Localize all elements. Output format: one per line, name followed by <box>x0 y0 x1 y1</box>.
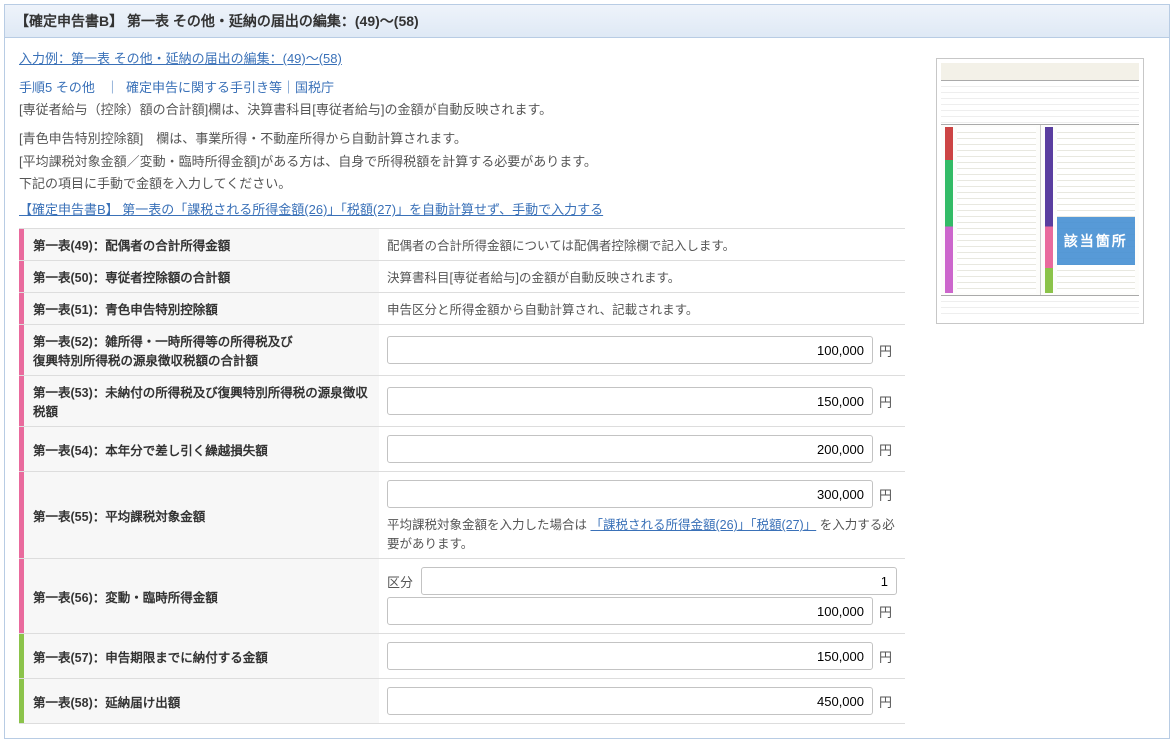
yen-unit: 円 <box>879 647 897 666</box>
link-separator: ｜ <box>106 80 119 95</box>
row-54: 第一表(54)：本年分で差し引く繰越損失額 円 <box>19 427 905 472</box>
row-55-note-link[interactable]: 「課税される所得金額(26)」「税額(27)」 <box>591 518 817 532</box>
row-56-kubun-label: 区分 <box>387 572 415 591</box>
row-54-input[interactable] <box>387 435 873 463</box>
thumb-header <box>941 63 1139 81</box>
panel-body: 入力例：第一表 その他・延納の届出の編集：(49)～(58) 手順5 その他 ｜… <box>5 38 1169 738</box>
yen-unit: 円 <box>879 692 897 711</box>
row-49-label: 第一表(49)：配偶者の合計所得金額 <box>19 229 379 261</box>
yen-unit: 円 <box>879 485 897 504</box>
panel-title: 【確定申告書B】 第一表 その他・延納の届出の編集：(49)～(58) <box>5 5 1169 38</box>
row-57-label: 第一表(57)：申告期限までに納付する金額 <box>19 634 379 679</box>
row-57: 第一表(57)：申告期限までに納付する金額 円 <box>19 634 905 679</box>
nta-guide-link[interactable]: 確定申告に関する手引き等｜国税庁 <box>126 80 334 95</box>
desc-line-3: [平均課税対象金額／変動・臨時所得金額]がある方は、自身で所得税額を計算する必要… <box>19 152 905 173</box>
row-50: 第一表(50)：専従者控除額の合計額 決算書科目[専従者給与]の金額が自動反映さ… <box>19 261 905 293</box>
manual-entry-link[interactable]: 【確定申告書B】 第一表の「課税される所得金額(26)」「税額(27)」を自動計… <box>19 199 603 218</box>
desc-line-1: [専従者給与（控除）額の合計額]欄は、決算書科目[専従者給与]の金額が自動反映さ… <box>19 100 905 121</box>
row-53: 第一表(53)：未納付の所得税及び復興特別所得税の源泉徴収税額 円 <box>19 376 905 427</box>
row-51: 第一表(51)：青色申告特別控除額 申告区分と所得金額から自動計算され、記載され… <box>19 293 905 325</box>
desc-line-2: [青色申告特別控除額] 欄は、事業所得・不動産所得から自動計算されます。 <box>19 129 905 150</box>
desc-line-4: 下記の項目に手動で金額を入力してください。 <box>19 174 905 195</box>
row-57-input[interactable] <box>387 642 873 670</box>
row-53-label: 第一表(53)：未納付の所得税及び復興特別所得税の源泉徴収税額 <box>19 376 379 427</box>
row-52: 第一表(52)：雑所得・一時所得等の所得税及び 復興特別所得税の源泉徴収税額の合… <box>19 325 905 376</box>
thumb-overlay-label: 該当箇所 <box>1057 217 1136 265</box>
right-column: 該当箇所 <box>925 48 1155 324</box>
row-49: 第一表(49)：配偶者の合計所得金額 配偶者の合計所得金額については配偶者控除欄… <box>19 229 905 261</box>
row-54-label: 第一表(54)：本年分で差し引く繰越損失額 <box>19 427 379 472</box>
row-56-kubun-input[interactable] <box>421 567 897 595</box>
row-58-input[interactable] <box>387 687 873 715</box>
row-50-text: 決算書科目[専従者給与]の金額が自動反映されます。 <box>379 261 905 293</box>
row-55-label: 第一表(55)：平均課税対象金額 <box>19 472 379 559</box>
row-58-label: 第一表(58)：延納届け出額 <box>19 679 379 724</box>
row-56: 第一表(56)：変動・臨時所得金額 区分 円 <box>19 559 905 634</box>
row-49-text: 配偶者の合計所得金額については配偶者控除欄で記入します。 <box>379 229 905 261</box>
row-56-label: 第一表(56)：変動・臨時所得金額 <box>19 559 379 634</box>
row-58: 第一表(58)：延納届け出額 円 <box>19 679 905 724</box>
yen-unit: 円 <box>879 602 897 621</box>
guide-links-row: 手順5 その他 ｜ 確定申告に関する手引き等｜国税庁 <box>19 77 905 96</box>
row-52-label: 第一表(52)：雑所得・一時所得等の所得税及び 復興特別所得税の源泉徴収税額の合… <box>19 325 379 376</box>
yen-unit: 円 <box>879 341 897 360</box>
example-link[interactable]: 入力例：第一表 その他・延納の届出の編集：(49)～(58) <box>19 48 905 67</box>
form-thumbnail: 該当箇所 <box>936 58 1144 324</box>
row-55-input[interactable] <box>387 480 873 508</box>
left-column: 入力例：第一表 その他・延納の届出の編集：(49)～(58) 手順5 その他 ｜… <box>19 48 905 724</box>
panel: 【確定申告書B】 第一表 その他・延納の届出の編集：(49)～(58) 入力例：… <box>4 4 1170 739</box>
row-55: 第一表(55)：平均課税対象金額 円 平均課税対象金額を入力した場合は 「課税さ… <box>19 472 905 559</box>
row-51-label: 第一表(51)：青色申告特別控除額 <box>19 293 379 325</box>
form-table: 第一表(49)：配偶者の合計所得金額 配偶者の合計所得金額については配偶者控除欄… <box>19 228 905 724</box>
yen-unit: 円 <box>879 440 897 459</box>
yen-unit: 円 <box>879 392 897 411</box>
row-53-input[interactable] <box>387 387 873 415</box>
step5-link[interactable]: 手順5 その他 <box>19 80 95 95</box>
row-52-input[interactable] <box>387 336 873 364</box>
row-50-label: 第一表(50)：専従者控除額の合計額 <box>19 261 379 293</box>
row-51-text: 申告区分と所得金額から自動計算され、記載されます。 <box>379 293 905 325</box>
row-55-note-pre: 平均課税対象金額を入力した場合は <box>387 518 587 532</box>
row-56-input[interactable] <box>387 597 873 625</box>
row-55-note: 平均課税対象金額を入力した場合は 「課税される所得金額(26)」「税額(27)」… <box>387 514 897 552</box>
